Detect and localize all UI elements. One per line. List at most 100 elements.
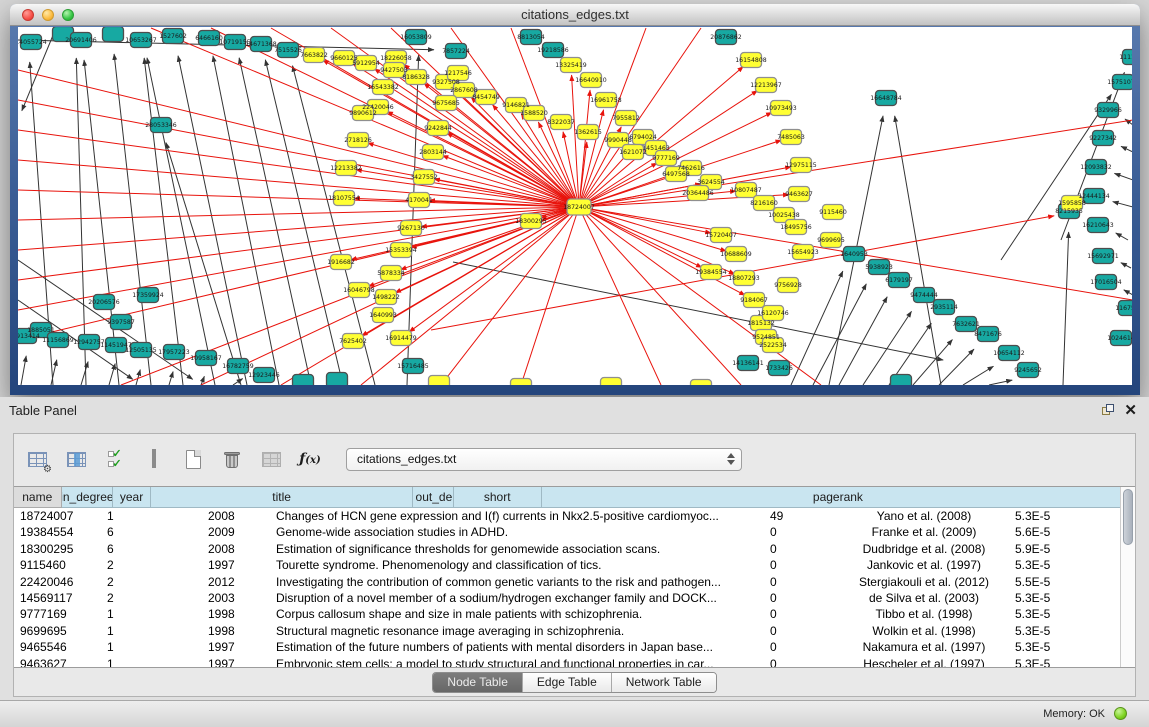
cell-pagerank[interactable]: 5.3E-5 [1007, 639, 1099, 655]
cell-title[interactable]: Embryonic stem cells: a model to study s… [270, 656, 766, 668]
network-edge[interactable] [169, 372, 173, 385]
network-edge[interactable] [1116, 233, 1128, 240]
cell-pagerank[interactable]: 5.5E-5 [1007, 574, 1099, 590]
network-node[interactable] [103, 27, 124, 42]
cell-year[interactable]: 1998 [200, 623, 270, 639]
cell-in-degree[interactable]: 2 [103, 590, 200, 606]
network-edge[interactable] [213, 56, 279, 385]
network-edge[interactable] [1113, 202, 1132, 207]
column-header-out-de-[interactable]: △out_de... [413, 487, 453, 508]
network-edge[interactable] [453, 262, 943, 360]
network-edge[interactable] [1121, 263, 1131, 268]
cell-short[interactable]: Jankovic et al. (1997) [841, 557, 1007, 573]
tab-network-table[interactable]: Network Table [612, 673, 716, 692]
cell-pagerank[interactable]: 5.6E-5 [1007, 524, 1099, 540]
network-window-titlebar[interactable]: citations_edges.txt [10, 4, 1140, 26]
show-columns-icon[interactable] [63, 446, 89, 472]
table-scrollbar[interactable] [1120, 487, 1135, 667]
cell-out-de-[interactable]: 0 [766, 541, 841, 557]
cell-year[interactable]: 1997 [200, 639, 270, 655]
network-edge[interactable] [239, 58, 311, 385]
table-row[interactable]: 1456911722003Disruption of a novel membe… [14, 590, 1135, 606]
network-edge[interactable] [579, 207, 702, 268]
table-row[interactable]: 1872400712008Changes of HCN gene express… [14, 508, 1135, 524]
cell-short[interactable]: Franke et al. (2009) [841, 524, 1007, 540]
network-view[interactable]: 1405572420691406106532671527602646616010… [18, 27, 1132, 385]
cell-out-de-[interactable]: 0 [766, 639, 841, 655]
cell-title[interactable]: Structural magnetic resonance image aver… [270, 623, 766, 639]
network-edge[interactable] [579, 207, 726, 251]
network-edge[interactable] [989, 380, 1012, 385]
network-edge[interactable] [81, 362, 88, 385]
scrollbar-thumb[interactable] [1123, 489, 1133, 545]
network-edge[interactable] [1063, 232, 1069, 385]
cell-in-degree[interactable]: 6 [103, 541, 200, 557]
table-row[interactable]: 1830029562008Estimation of significance … [14, 541, 1135, 557]
table-row[interactable]: 977716911998Corpus callosum shape and si… [14, 606, 1135, 622]
cell-in-degree[interactable]: 6 [103, 524, 200, 540]
cell-title[interactable]: Disruption of a novel member of a sodium… [270, 590, 766, 606]
column-header-year[interactable]: year [113, 487, 150, 508]
network-edge[interactable] [147, 58, 215, 385]
cell-out-de-[interactable]: 0 [766, 590, 841, 606]
cell-short[interactable]: Yano et al. (2008) [841, 508, 1007, 524]
new-document-icon[interactable] [180, 446, 206, 472]
cell-pagerank[interactable]: 5.3E-5 [1007, 623, 1099, 639]
cell-short[interactable]: Dudbridge et al. (2008) [841, 541, 1007, 557]
cell-name[interactable]: 9699695 [14, 623, 103, 639]
cell-year[interactable]: 1997 [200, 557, 270, 573]
float-panel-icon[interactable] [1102, 404, 1115, 417]
network-svg[interactable]: 1405572420691406106532671527602646616010… [18, 27, 1132, 385]
cell-in-degree[interactable]: 1 [103, 606, 200, 622]
select-rows-icon[interactable]: ✓ ✓ [102, 446, 128, 472]
cell-pagerank[interactable]: 5.3E-5 [1007, 590, 1099, 606]
cell-short[interactable]: Hescheler et al. (1997) [841, 656, 1007, 668]
row-height-icon[interactable] [141, 446, 167, 472]
table-row[interactable]: 911546021997Tourette syndrome. Phenomeno… [14, 557, 1135, 573]
trash-icon[interactable] [219, 446, 245, 472]
cell-short[interactable]: Stergiakouli et al. (2012) [841, 574, 1007, 590]
network-edge[interactable] [21, 356, 26, 385]
tab-edge-table[interactable]: Edge Table [523, 673, 612, 692]
cell-year[interactable]: 2008 [200, 508, 270, 524]
table-row[interactable]: 2242004622012Investigating the contribut… [14, 574, 1135, 590]
table-options-icon[interactable]: ⚙ [24, 446, 50, 472]
cell-title[interactable]: Investigating the contribution of common… [270, 574, 766, 590]
cell-year[interactable]: 2008 [200, 541, 270, 557]
cell-pagerank[interactable]: 5.3E-5 [1007, 606, 1099, 622]
cell-name[interactable]: 14569117 [14, 590, 103, 606]
table-row[interactable]: 1938455462009Genome-wide association stu… [14, 524, 1135, 540]
cell-name[interactable]: 19384554 [14, 524, 103, 540]
network-edge[interactable] [18, 130, 579, 207]
cell-title[interactable]: Genome-wide association studies in ADHD. [270, 524, 766, 540]
cell-name[interactable]: 9463627 [14, 656, 103, 668]
network-node[interactable] [891, 375, 912, 386]
column-header-in-degree[interactable]: in_degree [62, 487, 114, 508]
cell-name[interactable]: 9115460 [14, 557, 103, 573]
cell-name[interactable]: 9777169 [14, 606, 103, 622]
cell-in-degree[interactable]: 1 [103, 623, 200, 639]
cell-title[interactable]: Estimation of the future numbers of pati… [270, 639, 766, 655]
cell-year[interactable]: 2012 [200, 574, 270, 590]
cell-short[interactable]: Nakamura et al. (1997) [841, 639, 1007, 655]
cell-out-de-[interactable]: 0 [766, 656, 841, 668]
cell-title[interactable]: Changes of HCN gene expression and I(f) … [270, 508, 766, 524]
cell-pagerank[interactable]: 5.9E-5 [1007, 541, 1099, 557]
cell-short[interactable]: Wolkin et al. (1998) [841, 623, 1007, 639]
network-edge[interactable] [144, 58, 183, 385]
cell-pagerank[interactable]: 5.3E-5 [1007, 557, 1099, 573]
cell-title[interactable]: Tourette syndrome. Phenomenology and cla… [270, 557, 766, 573]
column-header-name[interactable]: name [14, 487, 62, 508]
cell-out-de-[interactable]: 49 [766, 508, 841, 524]
cell-name[interactable]: 18724007 [14, 508, 103, 524]
function-builder-icon[interactable]: ƒ(x) [297, 446, 323, 472]
cell-out-de-[interactable]: 0 [766, 606, 841, 622]
network-edge[interactable] [178, 56, 247, 385]
network-edge[interactable] [579, 207, 661, 385]
close-panel-icon[interactable]: ✕ [1124, 401, 1137, 419]
table-row[interactable]: 946554611997Estimation of the future num… [14, 639, 1135, 655]
cell-out-de-[interactable]: 0 [766, 623, 841, 639]
network-edge[interactable] [963, 366, 993, 385]
network-node[interactable] [327, 373, 348, 386]
network-edge[interactable] [939, 349, 974, 385]
